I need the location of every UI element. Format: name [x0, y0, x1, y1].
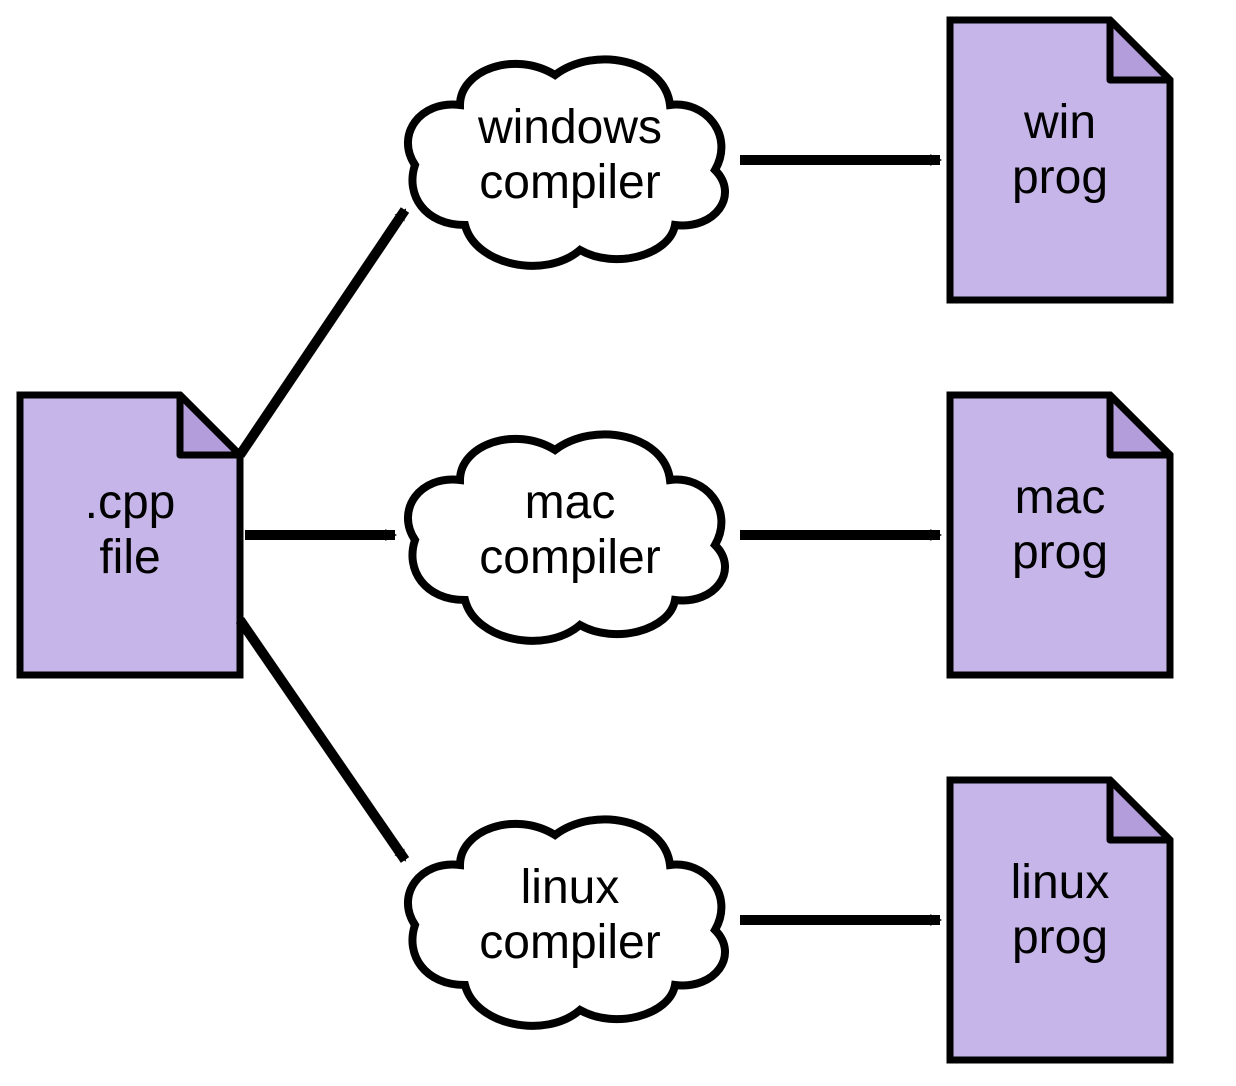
output-file-linux-icon: [950, 780, 1170, 1060]
output-file-mac-icon: [950, 395, 1170, 675]
source-file-icon: [20, 395, 240, 675]
compiler-cloud-mac-icon: [408, 434, 725, 640]
arrow-source-to-linux: [240, 620, 405, 860]
arrow-source-to-windows: [240, 210, 405, 455]
compiler-cloud-windows-icon: [408, 59, 725, 265]
compiler-cloud-linux-icon: [408, 819, 725, 1025]
output-file-win-icon: [950, 20, 1170, 300]
